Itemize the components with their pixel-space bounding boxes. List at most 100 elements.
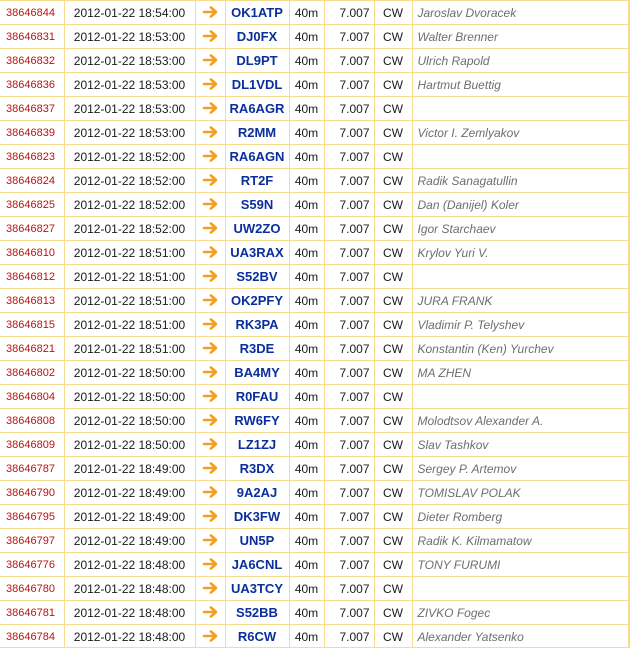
callsign-cell[interactable]: RW6FY <box>225 408 290 433</box>
spot-id-link[interactable]: 38646832 <box>6 55 55 67</box>
callsign-cell[interactable]: S59N <box>225 192 290 217</box>
spot-id-link[interactable]: 38646784 <box>6 631 55 643</box>
spot-id-cell[interactable]: 38646837 <box>0 96 65 121</box>
spot-id-link[interactable]: 38646815 <box>6 319 55 331</box>
spot-id-cell[interactable]: 38646809 <box>0 432 65 457</box>
callsign-link[interactable]: UN5P <box>240 533 275 548</box>
spot-id-cell[interactable]: 38646821 <box>0 336 65 361</box>
callsign-link[interactable]: R3DX <box>240 461 275 476</box>
spot-id-cell[interactable]: 38646776 <box>0 552 65 577</box>
spot-id-link[interactable]: 38646837 <box>6 103 55 115</box>
callsign-cell[interactable]: R2MM <box>225 120 290 145</box>
spot-id-link[interactable]: 38646776 <box>6 559 55 571</box>
spot-id-cell[interactable]: 38646813 <box>0 288 65 313</box>
spot-id-cell[interactable]: 38646787 <box>0 456 65 481</box>
spot-id-link[interactable]: 38646831 <box>6 31 55 43</box>
spot-id-cell[interactable]: 38646832 <box>0 48 65 73</box>
spot-id-cell[interactable]: 38646812 <box>0 264 65 289</box>
callsign-cell[interactable]: S52BB <box>225 600 290 625</box>
spot-id-link[interactable]: 38646824 <box>6 175 55 187</box>
callsign-link[interactable]: 9A2AJ <box>237 485 277 500</box>
callsign-link[interactable]: OK2PFY <box>231 293 283 308</box>
spot-id-cell[interactable]: 38646790 <box>0 480 65 505</box>
callsign-cell[interactable]: DJ0FX <box>225 24 290 49</box>
spot-id-link[interactable]: 38646823 <box>6 151 55 163</box>
spot-id-cell[interactable]: 38646810 <box>0 240 65 265</box>
callsign-link[interactable]: UW2ZO <box>234 221 281 236</box>
callsign-cell[interactable]: OK2PFY <box>225 288 290 313</box>
callsign-cell[interactable]: JA6CNL <box>225 552 290 577</box>
callsign-cell[interactable]: UN5P <box>225 528 290 553</box>
callsign-link[interactable]: RK3PA <box>235 317 278 332</box>
spot-id-link[interactable]: 38646844 <box>6 7 55 19</box>
callsign-link[interactable]: R0FAU <box>236 389 279 404</box>
callsign-link[interactable]: RW6FY <box>234 413 279 428</box>
spot-id-cell[interactable]: 38646808 <box>0 408 65 433</box>
spot-id-link[interactable]: 38646808 <box>6 415 55 427</box>
spot-id-cell[interactable]: 38646797 <box>0 528 65 553</box>
callsign-link[interactable]: JA6CNL <box>232 557 283 572</box>
callsign-link[interactable]: S52BB <box>236 605 278 620</box>
callsign-cell[interactable]: UA3RAX <box>225 240 290 265</box>
callsign-cell[interactable]: RA6AGR <box>225 96 290 121</box>
spot-id-link[interactable]: 38646813 <box>6 295 55 307</box>
callsign-cell[interactable]: RT2F <box>225 168 290 193</box>
spot-id-cell[interactable]: 38646844 <box>0 0 65 25</box>
callsign-link[interactable]: RT2F <box>241 173 274 188</box>
spot-id-link[interactable]: 38646797 <box>6 535 55 547</box>
callsign-link[interactable]: S59N <box>241 197 274 212</box>
callsign-link[interactable]: LZ1ZJ <box>238 437 276 452</box>
callsign-link[interactable]: DJ0FX <box>237 29 277 44</box>
callsign-cell[interactable]: R3DX <box>225 456 290 481</box>
spot-id-link[interactable]: 38646812 <box>6 271 55 283</box>
callsign-cell[interactable]: OK1ATP <box>225 0 290 25</box>
spot-id-cell[interactable]: 38646824 <box>0 168 65 193</box>
spot-id-link[interactable]: 38646810 <box>6 247 55 259</box>
callsign-cell[interactable]: RA6AGN <box>225 144 290 169</box>
callsign-cell[interactable]: R6CW <box>225 624 290 648</box>
spot-id-cell[interactable]: 38646839 <box>0 120 65 145</box>
spot-id-link[interactable]: 38646804 <box>6 391 55 403</box>
spot-id-link[interactable]: 38646809 <box>6 439 55 451</box>
callsign-cell[interactable]: LZ1ZJ <box>225 432 290 457</box>
callsign-link[interactable]: OK1ATP <box>231 5 283 20</box>
callsign-link[interactable]: BA4MY <box>234 365 280 380</box>
spot-id-link[interactable]: 38646802 <box>6 367 55 379</box>
spot-id-link[interactable]: 38646825 <box>6 199 55 211</box>
spot-id-cell[interactable]: 38646836 <box>0 72 65 97</box>
callsign-link[interactable]: DK3FW <box>234 509 280 524</box>
spot-id-cell[interactable]: 38646825 <box>0 192 65 217</box>
spot-id-cell[interactable]: 38646815 <box>0 312 65 337</box>
callsign-link[interactable]: S52BV <box>236 269 277 284</box>
callsign-link[interactable]: R2MM <box>238 125 276 140</box>
callsign-link[interactable]: R3DE <box>240 341 275 356</box>
callsign-cell[interactable]: BA4MY <box>225 360 290 385</box>
callsign-link[interactable]: DL1VDL <box>232 77 283 92</box>
callsign-cell[interactable]: R0FAU <box>225 384 290 409</box>
spot-id-link[interactable]: 38646780 <box>6 583 55 595</box>
spot-id-cell[interactable]: 38646823 <box>0 144 65 169</box>
callsign-link[interactable]: UA3TCY <box>231 581 283 596</box>
callsign-link[interactable]: RA6AGN <box>230 149 285 164</box>
spot-id-cell[interactable]: 38646802 <box>0 360 65 385</box>
callsign-cell[interactable]: S52BV <box>225 264 290 289</box>
spot-id-cell[interactable]: 38646781 <box>0 600 65 625</box>
callsign-cell[interactable]: UW2ZO <box>225 216 290 241</box>
callsign-cell[interactable]: RK3PA <box>225 312 290 337</box>
spot-id-cell[interactable]: 38646827 <box>0 216 65 241</box>
spot-id-link[interactable]: 38646781 <box>6 607 55 619</box>
callsign-cell[interactable]: UA3TCY <box>225 576 290 601</box>
spot-id-cell[interactable]: 38646784 <box>0 624 65 648</box>
spot-id-link[interactable]: 38646795 <box>6 511 55 523</box>
callsign-cell[interactable]: DL9PT <box>225 48 290 73</box>
spot-id-cell[interactable]: 38646780 <box>0 576 65 601</box>
callsign-cell[interactable]: 9A2AJ <box>225 480 290 505</box>
spot-id-link[interactable]: 38646821 <box>6 343 55 355</box>
spot-id-cell[interactable]: 38646795 <box>0 504 65 529</box>
spot-id-link[interactable]: 38646836 <box>6 79 55 91</box>
callsign-link[interactable]: DL9PT <box>236 53 277 68</box>
callsign-cell[interactable]: DL1VDL <box>225 72 290 97</box>
callsign-link[interactable]: R6CW <box>238 629 276 644</box>
spot-id-link[interactable]: 38646790 <box>6 487 55 499</box>
callsign-cell[interactable]: R3DE <box>225 336 290 361</box>
